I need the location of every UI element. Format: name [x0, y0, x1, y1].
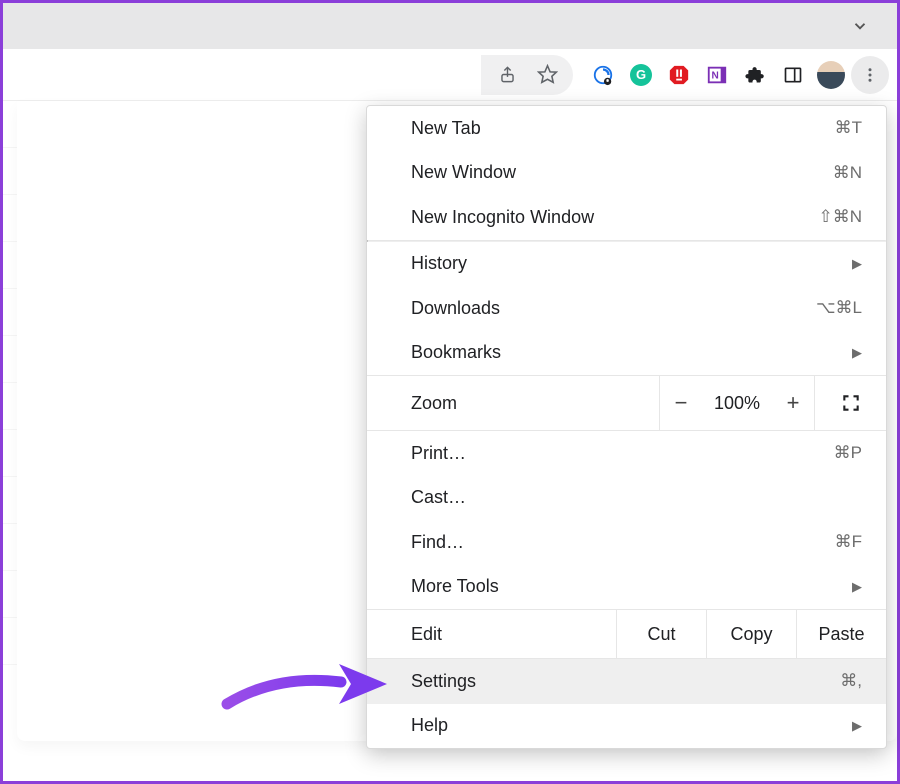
menu-new-tab[interactable]: New Tab ⌘T	[367, 106, 886, 151]
menu-shortcut: ⌘F	[835, 532, 862, 552]
star-icon[interactable]	[535, 63, 559, 87]
menu-shortcut: ⇧⌘N	[818, 207, 862, 227]
menu-item-label: Help	[411, 715, 448, 736]
profile-avatar[interactable]	[817, 61, 845, 89]
extensions-puzzle-icon[interactable]	[743, 63, 767, 87]
menu-history[interactable]: History ▶	[367, 242, 886, 287]
zoom-in-button[interactable]: +	[772, 390, 814, 416]
menu-shortcut: ⌘,	[840, 671, 862, 691]
menu-cast[interactable]: Cast…	[367, 476, 886, 521]
menu-item-label: Print…	[411, 443, 466, 464]
grammarly-icon[interactable]: G	[629, 63, 653, 87]
menu-edit-row: Edit Cut Copy Paste	[367, 609, 886, 659]
share-icon[interactable]	[495, 63, 519, 87]
zoom-controls: − 100% +	[659, 376, 814, 430]
menu-zoom-row: Zoom − 100% +	[367, 375, 886, 431]
edit-paste-button[interactable]: Paste	[796, 610, 886, 658]
menu-more-tools[interactable]: More Tools ▶	[367, 565, 886, 610]
menu-help[interactable]: Help ▶	[367, 704, 886, 749]
chevron-down-icon[interactable]	[851, 17, 869, 35]
onenote-icon[interactable]: N	[705, 63, 729, 87]
menu-item-label: Bookmarks	[411, 342, 501, 363]
chevron-right-icon: ▶	[852, 345, 862, 361]
menu-item-label: Settings	[411, 671, 476, 692]
edit-cut-button[interactable]: Cut	[616, 610, 706, 658]
fullscreen-button[interactable]	[814, 376, 886, 430]
address-bar-right	[481, 55, 573, 95]
onetab-icon[interactable]	[591, 63, 615, 87]
edit-copy-button[interactable]: Copy	[706, 610, 796, 658]
menu-item-label: Find…	[411, 532, 464, 553]
sidepanel-icon[interactable]	[781, 63, 805, 87]
menu-settings[interactable]: Settings ⌘,	[367, 659, 886, 704]
menu-shortcut: ⌘P	[834, 443, 862, 463]
menu-new-window[interactable]: New Window ⌘N	[367, 151, 886, 196]
menu-item-label: New Tab	[411, 118, 481, 139]
menu-item-label: Zoom	[367, 376, 659, 430]
tab-strip	[3, 3, 897, 49]
menu-shortcut: ⌘T	[835, 118, 862, 138]
zoom-value: 100%	[702, 393, 772, 414]
svg-text:N: N	[712, 70, 719, 81]
browser-toolbar: G N	[3, 49, 897, 101]
menu-find[interactable]: Find… ⌘F	[367, 520, 886, 565]
chrome-menu: New Tab ⌘T New Window ⌘N New Incognito W…	[366, 105, 887, 749]
menu-item-label: More Tools	[411, 576, 499, 597]
chevron-right-icon: ▶	[852, 256, 862, 272]
menu-item-label: New Incognito Window	[411, 207, 594, 228]
chevron-right-icon: ▶	[852, 579, 862, 595]
chevron-right-icon: ▶	[852, 718, 862, 734]
menu-shortcut: ⌘N	[833, 163, 862, 183]
zoom-out-button[interactable]: −	[660, 390, 702, 416]
menu-downloads[interactable]: Downloads ⌥⌘L	[367, 286, 886, 331]
menu-item-label: New Window	[411, 162, 516, 183]
adblock-icon[interactable]	[667, 63, 691, 87]
menu-item-label: Cast…	[411, 487, 466, 508]
more-menu-button[interactable]	[851, 56, 889, 94]
menu-bookmarks[interactable]: Bookmarks ▶	[367, 331, 886, 376]
menu-new-incognito[interactable]: New Incognito Window ⇧⌘N	[367, 195, 886, 240]
menu-item-label: History	[411, 253, 467, 274]
extension-icons: G N	[585, 63, 811, 87]
menu-print[interactable]: Print… ⌘P	[367, 431, 886, 476]
menu-shortcut: ⌥⌘L	[816, 298, 862, 318]
menu-item-label: Edit	[367, 610, 616, 658]
menu-item-label: Downloads	[411, 298, 500, 319]
